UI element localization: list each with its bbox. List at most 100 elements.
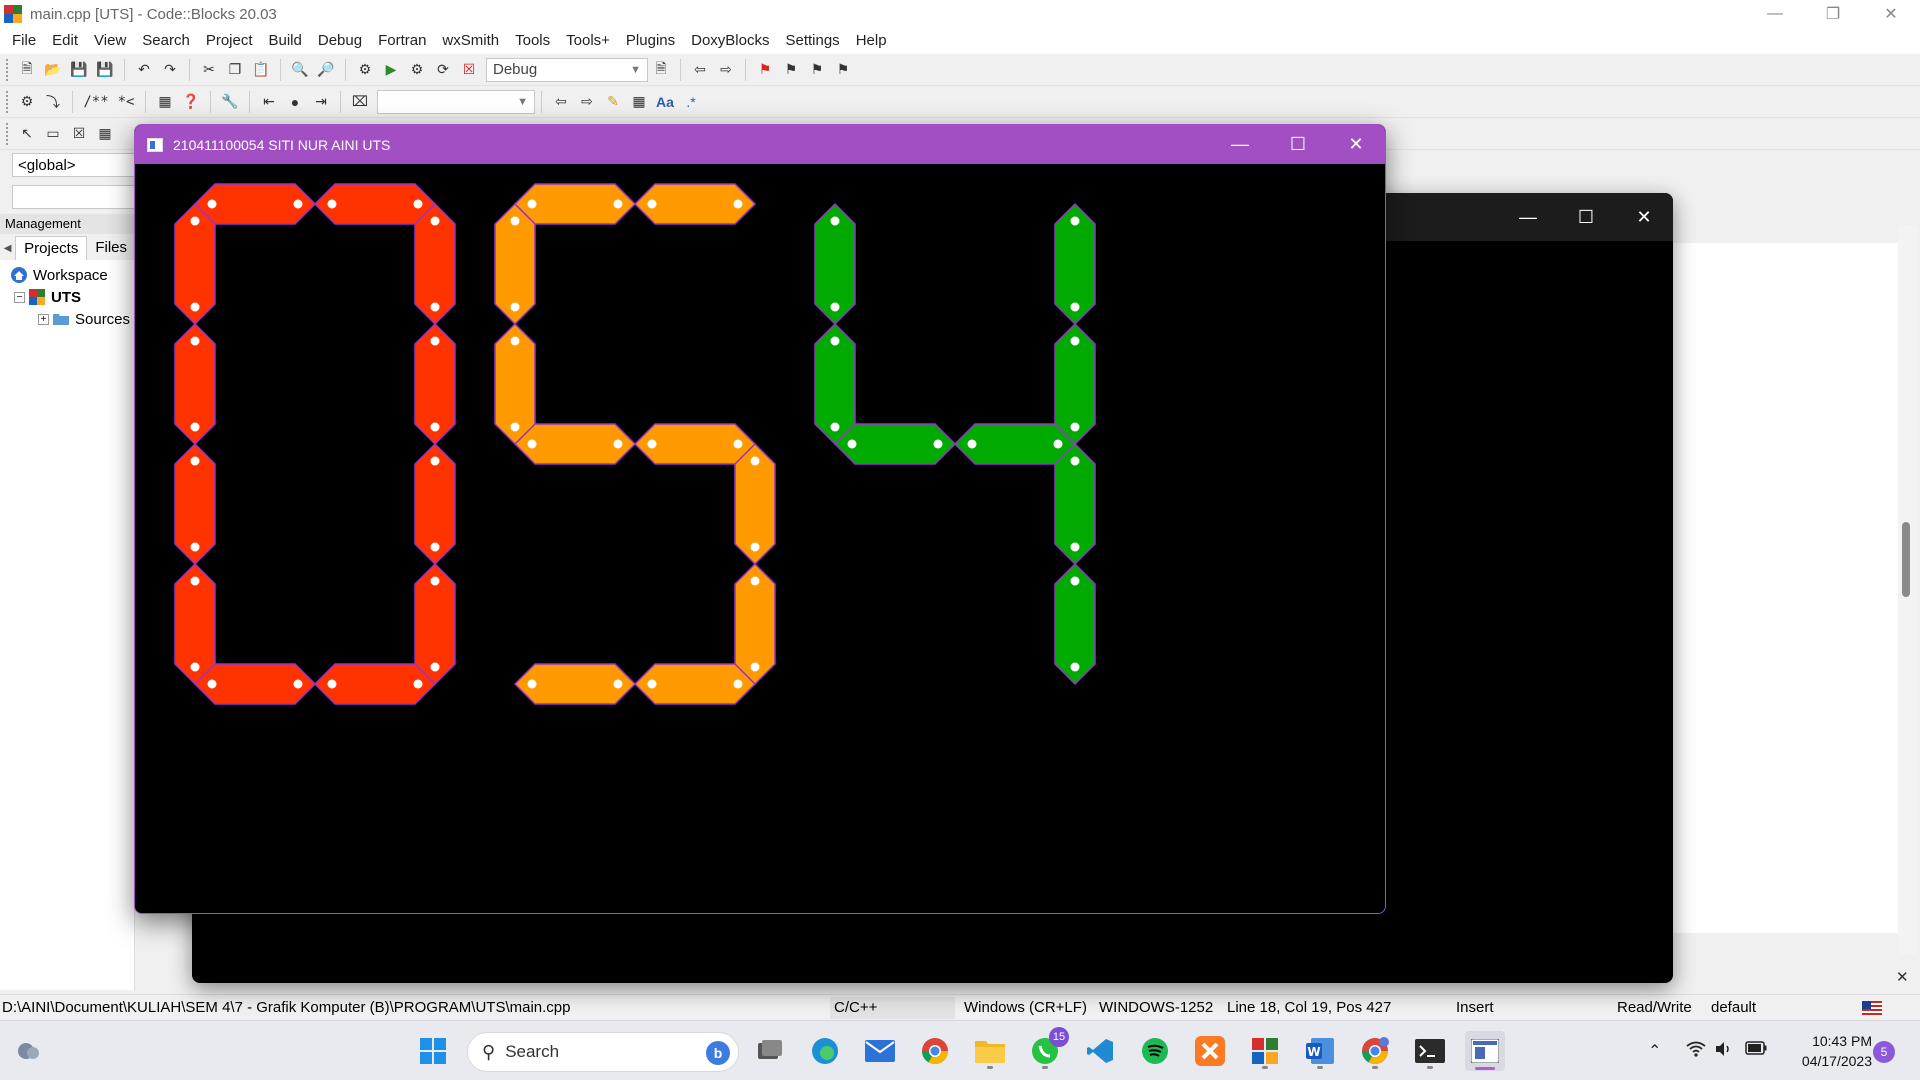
doxy-run-icon[interactable]: ▦	[154, 91, 176, 113]
pointer-icon[interactable]: ↖	[16, 123, 38, 145]
nav-forward-icon[interactable]: ⇥	[310, 91, 332, 113]
checkbox-widget-icon[interactable]: ☒	[68, 123, 90, 145]
grid-widget-icon[interactable]: ▦	[94, 123, 116, 145]
menu-edit[interactable]: Edit	[44, 28, 86, 54]
tree-item-workspace[interactable]: Workspace	[10, 264, 108, 286]
regex-icon[interactable]: .*	[680, 91, 702, 113]
debug-step-icon[interactable]: ⤵	[42, 91, 64, 113]
menu-file[interactable]: File	[4, 28, 44, 54]
build-icon[interactable]: ⚙	[354, 59, 376, 81]
graphics-window[interactable]: 210411100054 SITI NUR AINI UTS — ☐ ✕	[134, 124, 1386, 914]
wrench-icon[interactable]: 🔧	[219, 91, 241, 113]
open-file-icon[interactable]: 📂	[42, 59, 64, 81]
spotify-icon[interactable]	[1135, 1031, 1175, 1071]
battery-icon[interactable]	[1745, 1041, 1767, 1060]
tab-files[interactable]: Files	[87, 236, 135, 260]
notification-badge[interactable]: 5	[1873, 1041, 1895, 1063]
menu-plugins[interactable]: Plugins	[618, 28, 683, 54]
menu-settings[interactable]: Settings	[777, 28, 847, 54]
tab-projects[interactable]: Projects	[15, 236, 88, 260]
graphics-minimize-button[interactable]: —	[1211, 125, 1269, 164]
menu-project[interactable]: Project	[198, 28, 261, 54]
taskbar-search[interactable]: ⚲ Search b	[467, 1032, 739, 1072]
target-options-icon[interactable]: 🗎	[650, 59, 672, 81]
graphics-close-button[interactable]: ✕	[1327, 125, 1385, 164]
menu-debug[interactable]: Debug	[310, 28, 370, 54]
logs-close-icon[interactable]: ✕	[1896, 968, 1909, 986]
debug-run-icon[interactable]: ⚙	[16, 91, 38, 113]
menu-tools[interactable]: Tools	[507, 28, 558, 54]
comment-block-icon[interactable]: /**	[81, 91, 111, 113]
menu-fortran[interactable]: Fortran	[370, 28, 434, 54]
mail-icon[interactable]	[860, 1031, 900, 1071]
close-button[interactable]: ✕	[1862, 0, 1920, 28]
menu-wxsmith[interactable]: wxSmith	[434, 28, 507, 54]
show-hidden-icons-chevron[interactable]: ⌃	[1648, 1041, 1661, 1061]
bookmark-next-icon[interactable]: ⚑	[806, 59, 828, 81]
whatsapp-icon[interactable]: 15	[1025, 1027, 1069, 1071]
editor-area[interactable]	[1670, 243, 1900, 933]
graphics-app-icon[interactable]	[1465, 1031, 1505, 1071]
tab-scroll-left-icon[interactable]: ◀	[0, 243, 15, 254]
undo-icon[interactable]: ↶	[133, 59, 155, 81]
file-explorer-icon[interactable]	[970, 1031, 1010, 1071]
rectangle-icon[interactable]: ▭	[42, 123, 64, 145]
nav-back-icon[interactable]: ⇤	[258, 91, 280, 113]
toolbar-grip[interactable]	[6, 58, 10, 81]
replace-icon[interactable]: 🔎	[315, 59, 337, 81]
xampp-icon[interactable]	[1190, 1031, 1230, 1071]
menu-doxyblocks[interactable]: DoxyBlocks	[683, 28, 777, 54]
cut-icon[interactable]: ✂	[198, 59, 220, 81]
task-view-icon[interactable]	[750, 1031, 790, 1071]
save-all-icon[interactable]: 💾	[94, 59, 116, 81]
weather-widget-icon[interactable]	[9, 1031, 49, 1071]
chrome-icon[interactable]	[915, 1031, 955, 1071]
word-icon[interactable]: W	[1300, 1031, 1340, 1071]
bing-icon[interactable]: b	[706, 1041, 730, 1065]
selected-text-icon[interactable]: ▦	[628, 91, 650, 113]
doxy-help-icon[interactable]: ❓	[180, 91, 202, 113]
collapse-icon[interactable]: −	[14, 291, 25, 303]
find-next-icon[interactable]: ⇨	[576, 91, 598, 113]
toolbar-grip[interactable]	[6, 122, 10, 145]
function-select[interactable]	[12, 185, 135, 209]
menu-search[interactable]: Search	[134, 28, 198, 54]
volume-icon[interactable]	[1714, 1041, 1734, 1062]
paste-icon[interactable]: 📋	[250, 59, 272, 81]
edge-icon[interactable]	[805, 1031, 845, 1071]
wifi-icon[interactable]	[1686, 1041, 1706, 1062]
abort-icon[interactable]: ☒	[458, 59, 480, 81]
minimize-button[interactable]: —	[1746, 0, 1804, 28]
search-combo[interactable]: ▼	[377, 89, 535, 114]
build-target-select[interactable]: Debug ▼	[486, 57, 648, 82]
redo-icon[interactable]: ↷	[159, 59, 181, 81]
clock[interactable]: 10:43 PM 04/17/2023	[1772, 1031, 1872, 1071]
expand-icon[interactable]: +	[38, 313, 49, 325]
menu-view[interactable]: View	[86, 28, 134, 54]
scope-select[interactable]: <global>	[12, 153, 135, 177]
tree-item-sources[interactable]: + Sources	[38, 308, 130, 330]
run-icon[interactable]: ▶	[380, 59, 402, 81]
comment-line-icon[interactable]: *<	[115, 91, 137, 113]
highlight-icon[interactable]: ✎	[602, 91, 624, 113]
console-minimize-button[interactable]: —	[1499, 193, 1557, 241]
console-close-button[interactable]: ✕	[1615, 193, 1673, 241]
bookmark-prev-icon[interactable]: ⚑	[780, 59, 802, 81]
bookmark-clear-icon[interactable]: ⚑	[832, 59, 854, 81]
start-button[interactable]	[413, 1031, 453, 1071]
jump-back-icon[interactable]: ⇦	[689, 59, 711, 81]
clear-search-icon[interactable]: ⌧	[349, 91, 371, 113]
bookmark-toggle-icon[interactable]: ⚑	[754, 59, 776, 81]
codeblocks-taskbar-icon[interactable]	[1245, 1031, 1285, 1071]
tree-item-project[interactable]: − UTS	[14, 286, 81, 308]
match-case-icon[interactable]: Aa	[654, 91, 676, 113]
console-maximize-button[interactable]: ☐	[1557, 193, 1615, 241]
find-icon[interactable]: 🔍	[289, 59, 311, 81]
nav-dot-icon[interactable]: ●	[284, 91, 306, 113]
copy-icon[interactable]: ❐	[224, 59, 246, 81]
terminal-icon[interactable]	[1410, 1031, 1450, 1071]
editor-scrollbar-thumb[interactable]	[1902, 522, 1910, 597]
chrome-profile-icon[interactable]	[1355, 1031, 1395, 1071]
toolbar-grip[interactable]	[6, 90, 10, 113]
menu-build[interactable]: Build	[261, 28, 310, 54]
